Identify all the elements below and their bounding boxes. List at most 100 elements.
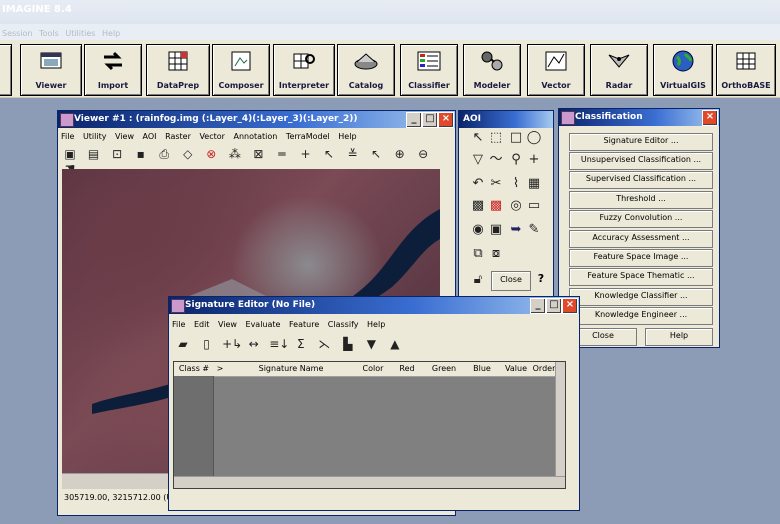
new-viewer-icon[interactable]: ⊡ <box>109 147 125 161</box>
column-header-signature-name[interactable]: Signature Name <box>226 362 357 377</box>
inquire-icon[interactable]: ↖ <box>321 147 337 161</box>
app-menu-utilities[interactable]: Utilities <box>65 29 95 38</box>
histogram-icon[interactable]: ▙ <box>340 337 356 351</box>
reshape-icon[interactable]: ⌇ <box>507 175 525 193</box>
modeler-button[interactable]: Modeler <box>463 44 521 96</box>
dataprep-button[interactable]: DataPrep <box>146 44 210 96</box>
interpreter-button[interactable]: Interpreter <box>273 44 335 96</box>
open-icon[interactable]: ▣ <box>62 147 78 161</box>
crosshair-icon[interactable]: + <box>297 147 313 161</box>
rectangle-icon[interactable]: □ <box>507 129 525 147</box>
arrow-circle-icon[interactable]: ➥ <box>507 221 525 239</box>
column-header-order[interactable]: Order <box>532 362 557 377</box>
fit-icon[interactable]: ⁂ <box>227 147 243 161</box>
aoi-close-button[interactable]: Close <box>491 271 531 291</box>
signature-editor-maximize-button[interactable]: □ <box>546 298 562 314</box>
vector-button[interactable]: Vector <box>527 44 585 96</box>
zoom-out-icon[interactable]: ⊖ <box>415 147 431 161</box>
feature-space-image-button[interactable]: Feature Space Image ... <box>569 249 713 267</box>
toolbar-clipped-button[interactable] <box>0 44 12 96</box>
sig-menu-view[interactable]: View <box>218 320 237 329</box>
viewer-menu-vector[interactable]: Vector <box>199 132 225 141</box>
paste-icon[interactable]: ⧇ <box>487 245 505 263</box>
viewer-menu-terramodel[interactable]: TerraModel <box>286 132 330 141</box>
viewer-button[interactable]: Viewer <box>20 44 82 96</box>
orthobase-button[interactable]: OrthoBASE <box>716 44 776 96</box>
viewer-menu-view[interactable]: View <box>115 132 134 141</box>
open-folder-icon[interactable]: ▰ <box>175 337 191 351</box>
statistics-sigma-icon[interactable]: Σ <box>293 337 309 351</box>
aoi-help-button[interactable]: ? <box>533 271 549 289</box>
line-icon[interactable]: ═ <box>274 147 290 161</box>
mean-plot-icon[interactable]: ⋋ <box>316 337 332 351</box>
column-header-blue[interactable]: Blue <box>464 362 501 377</box>
add-signature-icon[interactable]: +↳ <box>222 337 242 351</box>
polygon-icon[interactable]: ▽ <box>469 151 487 169</box>
app-menu-help[interactable]: Help <box>102 29 120 38</box>
zoom-in-icon[interactable]: ⊕ <box>392 147 408 161</box>
replace-signature-icon[interactable]: ↔ <box>246 337 262 351</box>
sig-menu-edit[interactable]: Edit <box>194 320 210 329</box>
frame-icon[interactable]: ▭ <box>525 197 543 215</box>
print-icon[interactable]: ⎙ <box>156 147 172 161</box>
new-file-icon[interactable]: ▯ <box>199 337 215 351</box>
viewer-maximize-button[interactable]: □ <box>422 112 438 128</box>
signature-editor-minimize-button[interactable]: _ <box>530 298 546 314</box>
signature-editor-close-button[interactable]: × <box>562 298 578 314</box>
move-up-icon[interactable]: ▲ <box>387 337 403 351</box>
signature-editor-button[interactable]: Signature Editor ... <box>569 133 713 151</box>
profile-icon[interactable]: ≚ <box>345 147 361 161</box>
properties-icon[interactable]: ◎ <box>507 197 525 215</box>
close-layer-icon[interactable]: ⊗ <box>203 147 219 161</box>
table-horizontal-scrollbar[interactable] <box>174 476 565 488</box>
sig-menu-help[interactable]: Help <box>367 320 385 329</box>
radar-button[interactable]: Radar <box>590 44 648 96</box>
clear-icon[interactable]: ◇ <box>180 147 196 161</box>
column-header-color[interactable]: Color <box>356 362 391 377</box>
knowledge-engineer-button[interactable]: Knowledge Engineer ... <box>569 307 713 325</box>
column-header-value[interactable]: Value <box>500 362 533 377</box>
viewer-close-button[interactable]: × <box>438 112 454 128</box>
cut-icon[interactable]: ✂ <box>487 175 505 193</box>
viewer-menu-aoi[interactable]: AOI <box>143 132 157 141</box>
classification-help-button[interactable]: Help <box>645 328 713 346</box>
open-layer-icon[interactable]: ▤ <box>86 147 102 161</box>
feature-space-thematic-button[interactable]: Feature Space Thematic ... <box>569 268 713 286</box>
knowledge-classifier-button[interactable]: Knowledge Classifier ... <box>569 288 713 306</box>
group-icon[interactable]: ▩ <box>469 197 487 215</box>
sig-menu-evaluate[interactable]: Evaluate <box>246 320 281 329</box>
viewer-menu-raster[interactable]: Raster <box>165 132 191 141</box>
lock-icon[interactable]: 🔓︎ <box>469 271 487 289</box>
viewer-menu-annotation[interactable]: Annotation <box>234 132 278 141</box>
app-menu-session[interactable]: Session <box>2 29 33 38</box>
viewer-menu-file[interactable]: File <box>61 132 74 141</box>
select-arrow-icon[interactable]: ↖ <box>469 129 487 147</box>
merge-signatures-icon[interactable]: ≡↓ <box>269 337 289 351</box>
zoom-box-icon[interactable]: ⊠ <box>250 147 266 161</box>
column-header-class[interactable]: Class # <box>174 362 215 377</box>
ungroup-icon[interactable]: ▩ <box>487 197 505 215</box>
sig-menu-feature[interactable]: Feature <box>289 320 319 329</box>
viewer-minimize-button[interactable]: _ <box>406 112 422 128</box>
supervised-classification-button[interactable]: Supervised Classification ... <box>569 171 713 189</box>
viewer-menu-utility[interactable]: Utility <box>83 132 107 141</box>
virtualgis-button[interactable]: VirtualGIS <box>653 44 713 96</box>
sig-menu-file[interactable]: File <box>172 320 185 329</box>
polyline-icon[interactable]: 〜 <box>487 151 505 169</box>
table-vertical-scrollbar[interactable] <box>555 362 565 476</box>
copy-icon[interactable]: ⧉ <box>469 245 487 263</box>
sig-menu-classify[interactable]: Classify <box>328 320 359 329</box>
classification-close-x-button[interactable]: × <box>702 110 718 126</box>
unsupervised-classification-button[interactable]: Unsupervised Classification ... <box>569 152 713 170</box>
move-down-icon[interactable]: ▼ <box>363 337 379 351</box>
import-button[interactable]: Import <box>84 44 142 96</box>
column-header-green[interactable]: Green <box>424 362 465 377</box>
ellipse-icon[interactable]: ◯ <box>525 129 543 147</box>
signature-table[interactable]: Class # > Signature Name Color Red Green… <box>173 361 566 489</box>
fuzzy-convolution-button[interactable]: Fuzzy Convolution ... <box>569 210 713 228</box>
classifier-button[interactable]: Classifier <box>400 44 458 96</box>
palette-icon[interactable]: ◉ <box>469 221 487 239</box>
accuracy-assessment-button[interactable]: Accuracy Assessment ... <box>569 230 713 248</box>
app-menu-tools[interactable]: Tools <box>39 29 59 38</box>
select-pointer-icon[interactable]: ↖ <box>368 147 384 161</box>
